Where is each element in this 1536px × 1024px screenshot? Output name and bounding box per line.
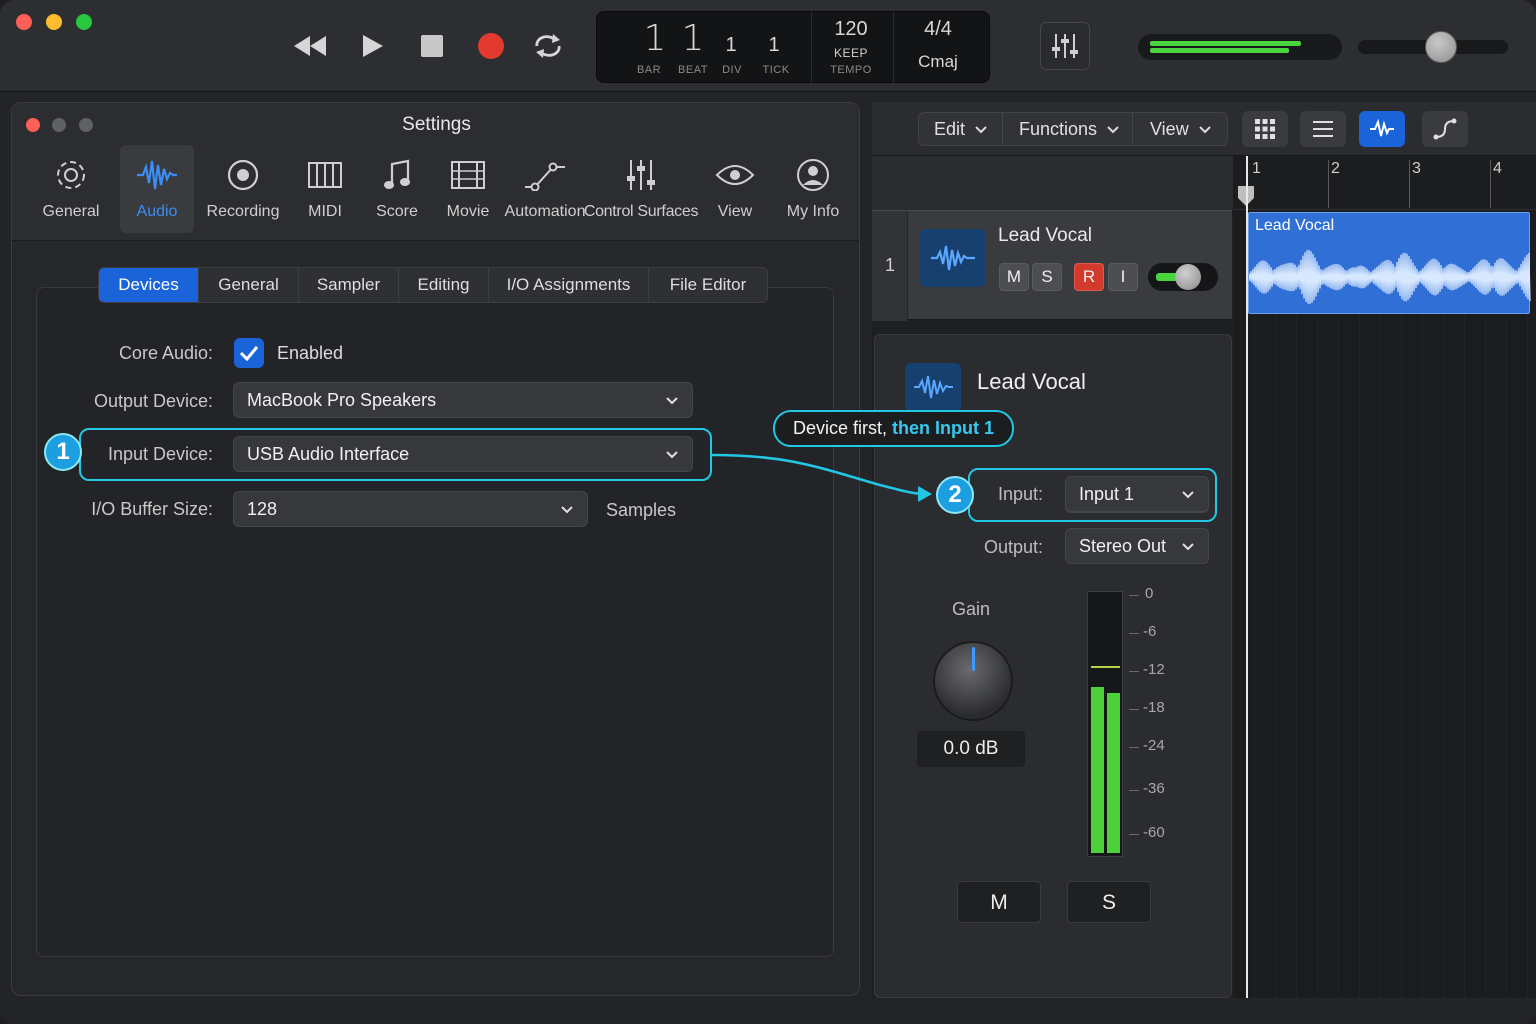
daw-window: 1 1 1 1 BAR BEAT DIV TICK 120 KEEP TEMPO… [0, 0, 1536, 1024]
callout-arrow [710, 453, 932, 502]
tip-highlight: then Input 1 [892, 418, 995, 438]
input-select-highlight [968, 468, 1217, 522]
tip-text: Device first, [792, 418, 887, 438]
step-2-badge: 2 [936, 476, 974, 514]
tip-bubble: Device first, then Input 1 [773, 410, 1014, 447]
